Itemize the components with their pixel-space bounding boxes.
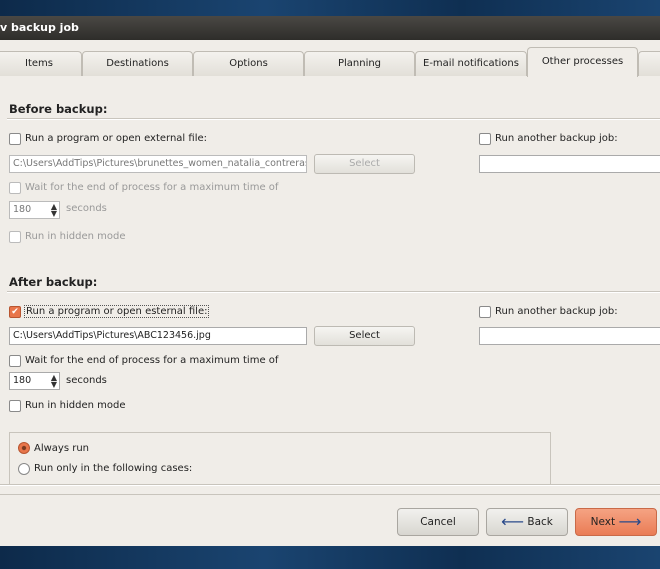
always-run-radio[interactable] <box>18 442 30 454</box>
arrow-right-icon: ⟶ <box>618 512 642 531</box>
before-run-program-label: Run a program or open external file: <box>25 133 207 144</box>
before-wait-label: Wait for the end of process for a maximu… <box>25 182 279 193</box>
after-backup-heading: After backup: <box>9 275 98 289</box>
spinner-arrows-icon[interactable]: ▲ ▼ <box>51 203 57 218</box>
after-run-program-checkbox[interactable]: ✔ <box>9 306 21 318</box>
divider <box>7 118 660 120</box>
always-run-label: Always run <box>34 443 90 454</box>
title-bar[interactable]: v backup job <box>0 16 660 40</box>
desktop-background-bottom <box>0 546 660 569</box>
run-conditions-group <box>9 432 551 484</box>
before-run-program-checkbox[interactable] <box>9 133 21 145</box>
after-job-select[interactable] <box>479 327 660 345</box>
before-select-button[interactable]: Select <box>314 154 415 174</box>
before-run-job-label: Run another backup job: <box>495 133 618 144</box>
before-backup-heading: Before backup: <box>9 102 108 116</box>
after-wait-label: Wait for the end of process for a maximu… <box>25 355 279 366</box>
tab-email-notifications[interactable]: E-mail notifications <box>415 51 527 76</box>
after-seconds-label: seconds <box>66 375 107 386</box>
after-wait-checkbox[interactable] <box>9 355 21 367</box>
tab-other-processes[interactable]: Other processes <box>527 47 638 77</box>
after-seconds-stepper[interactable]: 180 ▲ ▼ <box>9 372 60 390</box>
before-hidden-checkbox[interactable] <box>9 231 21 243</box>
before-seconds-label: seconds <box>66 203 107 214</box>
run-only-radio[interactable] <box>18 463 30 475</box>
desktop-background-top <box>0 0 660 16</box>
before-hidden-label: Run in hidden mode <box>25 231 126 242</box>
back-label: Back <box>527 516 553 528</box>
tab-more[interactable] <box>638 51 660 76</box>
run-only-label: Run only in the following cases: <box>34 463 193 474</box>
after-seconds-value: 180 <box>13 375 32 386</box>
tab-items[interactable]: Items <box>0 51 82 76</box>
divider <box>0 494 660 495</box>
cancel-button[interactable]: Cancel <box>397 508 479 536</box>
before-seconds-value: 180 <box>13 204 32 215</box>
after-run-job-checkbox[interactable] <box>479 306 491 318</box>
after-select-button[interactable]: Select <box>314 326 415 346</box>
divider <box>0 484 660 486</box>
tab-bar: Items Destinations Options Planning E-ma… <box>0 47 660 77</box>
before-job-select[interactable] <box>479 155 660 173</box>
after-run-program-label: Run a program or open esternal file: <box>24 305 210 318</box>
window-title: v backup job <box>0 21 79 34</box>
tab-destinations[interactable]: Destinations <box>82 51 193 76</box>
next-label: Next <box>590 516 616 528</box>
next-button[interactable]: Next ⟶ <box>575 508 657 536</box>
tab-options[interactable]: Options <box>193 51 304 76</box>
divider <box>7 291 660 293</box>
tab-planning[interactable]: Planning <box>304 51 415 76</box>
before-wait-checkbox[interactable] <box>9 182 21 194</box>
backup-job-window: v backup job Items Destinations Options … <box>0 16 660 546</box>
before-path-input[interactable]: C:\Users\AddTips\Pictures\brunettes_wome… <box>9 155 307 173</box>
after-hidden-label: Run in hidden mode <box>25 400 126 411</box>
after-hidden-checkbox[interactable] <box>9 400 21 412</box>
arrow-left-icon: ⟵ <box>501 512 525 531</box>
before-run-job-checkbox[interactable] <box>479 133 491 145</box>
after-run-job-label: Run another backup job: <box>495 306 618 317</box>
back-button[interactable]: ⟵ Back <box>486 508 568 536</box>
after-path-input[interactable]: C:\Users\AddTips\Pictures\ABC123456.jpg <box>9 327 307 345</box>
spinner-arrows-icon[interactable]: ▲ ▼ <box>51 374 57 389</box>
before-seconds-stepper[interactable]: 180 ▲ ▼ <box>9 201 60 219</box>
